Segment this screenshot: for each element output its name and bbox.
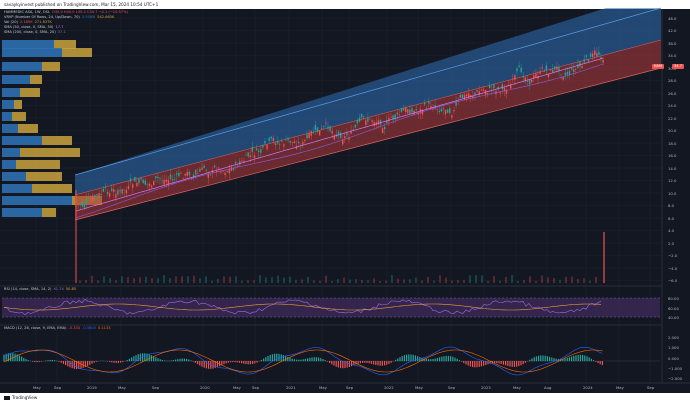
- time-tick-label: Aug: [544, 385, 552, 390]
- price-tick-label: 2.0: [668, 240, 675, 246]
- price-tick-label: 20.0: [668, 128, 677, 134]
- time-tick-label: May: [319, 385, 327, 390]
- time-tick-label: Sep: [647, 385, 655, 390]
- price-tick-label: 26.0: [668, 90, 677, 96]
- legend-sma-50[interactable]: SMA (50, close, 0, SMA, 50): [4, 25, 53, 29]
- legend-vol[interactable]: Vol (20): [4, 20, 18, 24]
- time-tick-label: 2020: [200, 385, 210, 390]
- chart-window: savaykyinvest published on TradingView.c…: [0, 0, 690, 402]
- price-tick-label: 4.0: [668, 228, 675, 234]
- price-tick-label: 16.0: [668, 153, 677, 159]
- time-tick-label: Sep: [152, 385, 160, 390]
- legend-vrvp-v2: 542.665K: [97, 15, 115, 19]
- price-tick-label: −6.0: [668, 278, 678, 283]
- legend-vrvp-v1: 3.958M: [81, 15, 96, 19]
- time-tick-label: May: [415, 385, 423, 390]
- time-tick-label: 2023: [481, 385, 491, 390]
- last-price-tag: 34.7: [671, 64, 684, 69]
- macd-tick-label: 0.000: [668, 355, 679, 361]
- symbol-tag: HAM: [651, 64, 664, 69]
- chart-canvas[interactable]: [0, 0, 690, 402]
- macd-tick-label: −1.000: [668, 365, 683, 371]
- legend-rsi-label[interactable]: RSI (14, close, SMA, 14, 2): [4, 287, 51, 291]
- price-tick-label: 28.0: [668, 78, 677, 84]
- channel-upper-zone: [75, 8, 661, 195]
- macd-tick-label: −2.000: [668, 376, 683, 381]
- price-tick-label: 46.0: [668, 16, 677, 21]
- time-tick-label: Sep: [252, 385, 260, 390]
- price-tick-label: 18.0: [668, 140, 677, 146]
- macd-tick-label: 2.000: [668, 335, 679, 340]
- price-tick-label: 8.0: [668, 203, 675, 209]
- time-tick-label: Sep: [346, 385, 354, 390]
- price-tick-label: 34.0: [668, 53, 677, 59]
- legend-sma-200[interactable]: SMA (200, close, 0, SMA, 20): [4, 30, 56, 34]
- tradingview-logo-icon: [4, 396, 10, 400]
- time-tick-label: May: [233, 385, 241, 390]
- price-tick-label: 10.0: [668, 190, 677, 196]
- time-tick-label: 2022: [384, 385, 394, 390]
- time-tick-label: Sep: [54, 385, 62, 390]
- time-tick-label: Sep: [448, 385, 456, 390]
- time-tick-label: May: [616, 385, 624, 390]
- legend-ohlc: O35.0 H40.0 L35.2 C34.7 −4.1 (−10.57%): [51, 10, 128, 14]
- legend-macd-v2: -0.5800: [82, 326, 96, 330]
- legend-vrvp[interactable]: VRVP (Number Of Rows, 24, Up/Down, 70): [4, 15, 80, 19]
- rsi-tick-label: 40.00: [668, 315, 679, 320]
- time-tick-label: May: [513, 385, 521, 390]
- legend-rsi-v2: 50.85: [65, 287, 77, 291]
- channel-upper-line: [74, 7, 662, 176]
- legend-sma-200-v: 37.1: [57, 30, 66, 34]
- macd-tick-label: 1.000: [668, 345, 679, 351]
- price-tick-label: 12.0: [668, 178, 677, 184]
- time-tick-label: 2021: [286, 385, 296, 390]
- legend-macd-v3: 0.1133: [97, 326, 111, 330]
- legend-main: HAMMEDIC ASA, 1W, OSL O35.0 H40.0 L35.2 C…: [4, 10, 130, 35]
- price-tick-label: −4.0: [668, 265, 678, 271]
- price-tick-label: 6.0: [668, 215, 675, 221]
- legend-macd: MACD (12, 26, close, 9, EMA, EMA) -0.333-…: [4, 326, 113, 331]
- price-tick-label: 14.0: [668, 165, 677, 171]
- price-tick-label: 42.0: [668, 28, 677, 34]
- legend-symbol[interactable]: HAMMEDIC ASA, 1W, OSL: [4, 10, 50, 14]
- legend-macd-label[interactable]: MACD (12, 26, close, 9, EMA, EMA): [4, 326, 67, 330]
- legend-vol-v2: 271.837K: [34, 20, 52, 24]
- rsi-tick-label: 60.00: [668, 305, 679, 311]
- time-tick-label: May: [33, 385, 41, 390]
- price-tick-label: 22.0: [668, 115, 677, 121]
- legend-rsi: RSI (14, close, SMA, 14, 2) 41.74 50.85: [4, 287, 78, 292]
- rsi-band: [2, 298, 660, 317]
- time-tick-label: 2019: [87, 385, 97, 390]
- price-tick-label: 38.0: [668, 40, 677, 46]
- time-tick-label: 2024: [583, 385, 593, 390]
- legend-vol-v1: 2.185K: [19, 20, 33, 24]
- time-tick-label: May: [118, 385, 126, 390]
- legend-sma-50-v: 17.7: [55, 25, 64, 29]
- legend-rsi-v1: 41.74: [53, 287, 64, 291]
- rsi-tick-label: 80.00: [668, 296, 679, 301]
- legend-macd-v1: -0.333: [68, 326, 81, 330]
- price-tick-label: 24.0: [668, 103, 677, 109]
- price-tick-label: −2.0: [668, 253, 678, 259]
- footer-logo-text: TradingView: [12, 395, 38, 400]
- footer: TradingView: [0, 393, 690, 402]
